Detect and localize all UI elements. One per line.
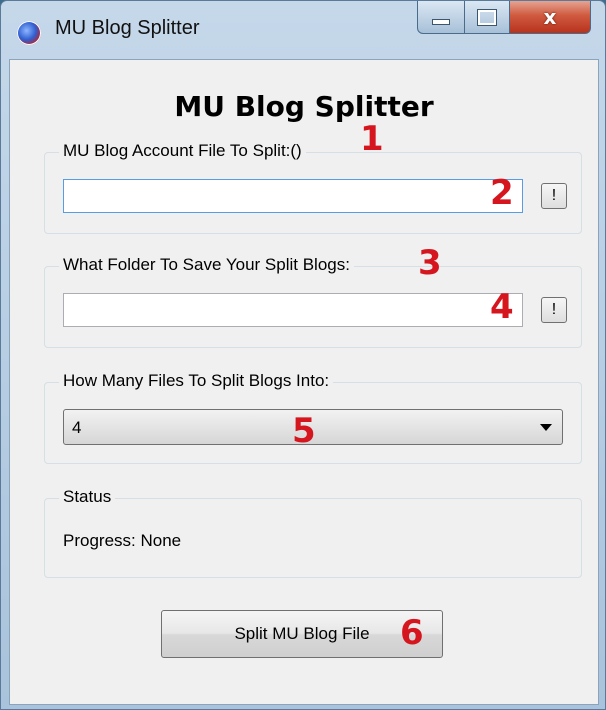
close-button[interactable]: x — [510, 1, 591, 34]
minimize-icon — [432, 19, 450, 25]
status-label: Status — [59, 487, 116, 507]
output-folder-input[interactable] — [64, 294, 522, 326]
app-window: MU Blog Splitter x MU Blog Splitter MU B… — [0, 0, 606, 710]
annotation-marker-2: 2 — [490, 173, 514, 213]
account-file-input-box[interactable] — [63, 179, 523, 213]
title-bar[interactable]: MU Blog Splitter x — [1, 1, 605, 59]
maximize-button[interactable] — [465, 1, 510, 34]
maximize-icon — [478, 9, 496, 25]
annotation-marker-4: 4 — [490, 287, 514, 327]
output-folder-label: What Folder To Save Your Split Blogs: — [59, 255, 354, 275]
account-file-label: MU Blog Account File To Split:() — [59, 141, 306, 161]
output-folder-input-box[interactable] — [63, 293, 523, 327]
annotation-marker-6: 6 — [400, 613, 424, 653]
minimize-button[interactable] — [417, 1, 465, 34]
progress-text: Progress: None — [63, 531, 182, 550]
account-file-input[interactable] — [64, 180, 522, 212]
status-group: Status Progress: None — [44, 487, 582, 578]
caption-buttons: x — [417, 1, 591, 35]
annotation-marker-1: 1 — [360, 119, 384, 159]
split-file-button-label: Split MU Blog File — [234, 624, 370, 643]
window-title: MU Blog Splitter — [55, 17, 200, 39]
annotation-marker-3: 3 — [418, 243, 442, 283]
annotation-marker-5: 5 — [292, 411, 316, 451]
chevron-down-icon[interactable] — [540, 424, 552, 431]
app-logo-icon[interactable] — [17, 21, 41, 45]
close-icon: x — [543, 5, 557, 29]
page-title: MU Blog Splitter — [174, 90, 434, 123]
browse-output-folder-button[interactable]: ! — [541, 297, 567, 323]
split-count-label: How Many Files To Split Blogs Into: — [59, 371, 334, 391]
split-count-value: 4 — [72, 418, 82, 437]
client-area: MU Blog Splitter MU Blog Account File To… — [9, 59, 599, 705]
browse-account-file-button[interactable]: ! — [541, 183, 567, 209]
